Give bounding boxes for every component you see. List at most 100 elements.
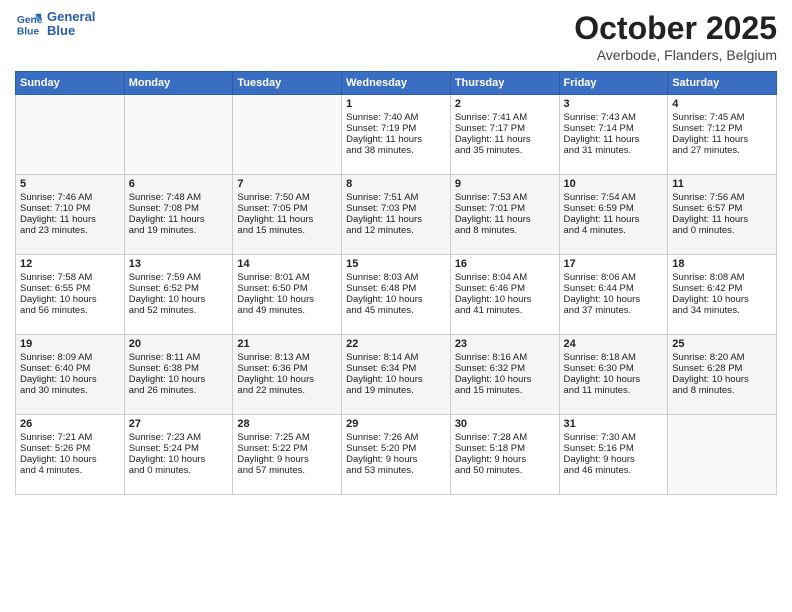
day-info: Sunrise: 7:54 AM (564, 192, 664, 203)
day-info: and 52 minutes. (129, 305, 229, 316)
day-info: and 4 minutes. (564, 225, 664, 236)
day-info: and 8 minutes. (672, 385, 772, 396)
day-info: Sunset: 6:48 PM (346, 283, 446, 294)
day-number: 4 (672, 98, 772, 110)
day-info: Sunset: 6:40 PM (20, 363, 120, 374)
day-number: 19 (20, 338, 120, 350)
day-info: Daylight: 11 hours (564, 134, 664, 145)
day-info: Sunrise: 7:58 AM (20, 272, 120, 283)
weekday-header-friday: Friday (559, 72, 668, 95)
day-info: Sunset: 6:42 PM (672, 283, 772, 294)
day-number: 3 (564, 98, 664, 110)
day-info: and 23 minutes. (20, 225, 120, 236)
day-info: Sunset: 6:36 PM (237, 363, 337, 374)
calendar-cell (16, 95, 125, 175)
week-row-1: 1Sunrise: 7:40 AMSunset: 7:19 PMDaylight… (16, 95, 777, 175)
calendar-cell: 7Sunrise: 7:50 AMSunset: 7:05 PMDaylight… (233, 175, 342, 255)
day-info: and 15 minutes. (455, 385, 555, 396)
day-info: Daylight: 10 hours (346, 374, 446, 385)
day-info: Sunrise: 7:25 AM (237, 432, 337, 443)
day-info: Sunset: 7:08 PM (129, 203, 229, 214)
weekday-header-wednesday: Wednesday (342, 72, 451, 95)
day-info: Sunrise: 7:59 AM (129, 272, 229, 283)
day-info: Daylight: 10 hours (129, 454, 229, 465)
day-number: 31 (564, 418, 664, 430)
day-info: Daylight: 9 hours (346, 454, 446, 465)
day-info: and 49 minutes. (237, 305, 337, 316)
day-info: Sunset: 6:28 PM (672, 363, 772, 374)
day-info: Sunset: 6:34 PM (346, 363, 446, 374)
day-number: 12 (20, 258, 120, 270)
day-info: Sunset: 6:52 PM (129, 283, 229, 294)
calendar-cell: 24Sunrise: 8:18 AMSunset: 6:30 PMDayligh… (559, 335, 668, 415)
day-info: and 8 minutes. (455, 225, 555, 236)
day-number: 13 (129, 258, 229, 270)
day-info: Daylight: 11 hours (129, 214, 229, 225)
location: Averbode, Flanders, Belgium (574, 47, 777, 63)
day-info: and 19 minutes. (346, 385, 446, 396)
day-number: 7 (237, 178, 337, 190)
calendar-cell: 12Sunrise: 7:58 AMSunset: 6:55 PMDayligh… (16, 255, 125, 335)
day-number: 28 (237, 418, 337, 430)
logo-line2: Blue (47, 24, 95, 38)
calendar-cell (668, 415, 777, 495)
day-info: Sunrise: 8:04 AM (455, 272, 555, 283)
calendar-cell: 15Sunrise: 8:03 AMSunset: 6:48 PMDayligh… (342, 255, 451, 335)
day-info: Daylight: 11 hours (237, 214, 337, 225)
day-info: Sunset: 5:24 PM (129, 443, 229, 454)
day-info: and 46 minutes. (564, 465, 664, 476)
day-info: and 30 minutes. (20, 385, 120, 396)
day-info: Daylight: 11 hours (20, 214, 120, 225)
calendar-cell (124, 95, 233, 175)
day-number: 1 (346, 98, 446, 110)
day-number: 20 (129, 338, 229, 350)
day-info: and 4 minutes. (20, 465, 120, 476)
day-number: 11 (672, 178, 772, 190)
calendar-cell: 19Sunrise: 8:09 AMSunset: 6:40 PMDayligh… (16, 335, 125, 415)
day-info: Daylight: 10 hours (455, 374, 555, 385)
svg-text:Blue: Blue (17, 27, 40, 38)
day-info: Daylight: 10 hours (20, 374, 120, 385)
day-info: Daylight: 10 hours (20, 294, 120, 305)
day-info: Sunrise: 7:41 AM (455, 112, 555, 123)
day-info: and 19 minutes. (129, 225, 229, 236)
calendar-cell: 11Sunrise: 7:56 AMSunset: 6:57 PMDayligh… (668, 175, 777, 255)
day-info: Sunset: 7:12 PM (672, 123, 772, 134)
day-info: Daylight: 11 hours (672, 134, 772, 145)
day-info: Sunrise: 7:48 AM (129, 192, 229, 203)
day-info: Sunrise: 7:51 AM (346, 192, 446, 203)
day-info: and 0 minutes. (129, 465, 229, 476)
day-info: and 0 minutes. (672, 225, 772, 236)
day-info: and 41 minutes. (455, 305, 555, 316)
day-info: Daylight: 9 hours (237, 454, 337, 465)
day-info: Daylight: 10 hours (672, 294, 772, 305)
logo: General Blue General Blue (15, 10, 95, 39)
weekday-header-sunday: Sunday (16, 72, 125, 95)
day-number: 27 (129, 418, 229, 430)
day-info: Daylight: 10 hours (346, 294, 446, 305)
day-info: Sunset: 6:50 PM (237, 283, 337, 294)
day-info: and 56 minutes. (20, 305, 120, 316)
day-info: Sunrise: 8:03 AM (346, 272, 446, 283)
day-info: Sunrise: 7:53 AM (455, 192, 555, 203)
calendar-cell: 23Sunrise: 8:16 AMSunset: 6:32 PMDayligh… (450, 335, 559, 415)
day-info: Sunrise: 7:43 AM (564, 112, 664, 123)
day-number: 25 (672, 338, 772, 350)
day-number: 6 (129, 178, 229, 190)
day-info: Sunrise: 7:56 AM (672, 192, 772, 203)
calendar-cell: 9Sunrise: 7:53 AMSunset: 7:01 PMDaylight… (450, 175, 559, 255)
calendar-cell: 21Sunrise: 8:13 AMSunset: 6:36 PMDayligh… (233, 335, 342, 415)
day-info: Daylight: 11 hours (672, 214, 772, 225)
week-row-3: 12Sunrise: 7:58 AMSunset: 6:55 PMDayligh… (16, 255, 777, 335)
title-section: October 2025 Averbode, Flanders, Belgium (574, 10, 777, 63)
calendar-cell: 26Sunrise: 7:21 AMSunset: 5:26 PMDayligh… (16, 415, 125, 495)
day-info: Sunset: 7:14 PM (564, 123, 664, 134)
calendar-cell: 3 Sunrise: 7:43 AMSunset: 7:14 PMDaylight… (559, 95, 668, 175)
day-info: Sunset: 5:20 PM (346, 443, 446, 454)
day-number: 30 (455, 418, 555, 430)
week-row-4: 19Sunrise: 8:09 AMSunset: 6:40 PMDayligh… (16, 335, 777, 415)
day-number: 8 (346, 178, 446, 190)
day-info: Sunset: 6:30 PM (564, 363, 664, 374)
day-info: Sunrise: 8:18 AM (564, 352, 664, 363)
day-info: and 53 minutes. (346, 465, 446, 476)
